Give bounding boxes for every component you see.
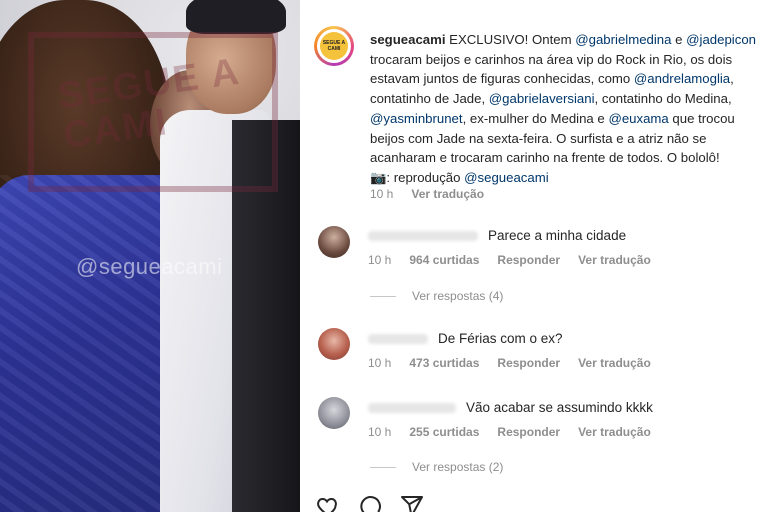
caption-line: acanharam e trocaram carinho na frente d… [370, 150, 720, 166]
mention-link[interactable]: @andrelamoglia [634, 71, 730, 86]
comment-icon[interactable] [358, 494, 382, 512]
likes-count[interactable]: 473 curtidas [409, 356, 479, 370]
likes-count[interactable]: 255 curtidas [409, 425, 479, 439]
comment-avatar[interactable] [318, 397, 350, 429]
photo-cap [186, 0, 286, 34]
translate-link[interactable]: Ver tradução [578, 356, 651, 370]
comment-text: De Férias com o ex? [368, 331, 563, 346]
replies-line [370, 467, 396, 469]
caption-line: estavam juntos de figuras conhecidas, co… [370, 71, 734, 87]
photo-watermark: @segueacami [76, 254, 223, 279]
view-replies[interactable]: Ver respostas (4) [370, 289, 503, 303]
comment-time: 10 h [368, 253, 392, 267]
post-time: 10 h [370, 187, 394, 201]
comment-avatar[interactable] [318, 328, 350, 360]
reply-link[interactable]: Responder [497, 253, 560, 267]
mention-link[interactable]: @euxama [608, 111, 668, 126]
comment-meta: 10 h 473 curtidas Responder Ver tradução [368, 356, 669, 370]
caption-line: contatinho de Jade, @gabrielaversiani, c… [370, 91, 732, 107]
heart-icon[interactable] [316, 494, 340, 512]
post-meta: 10 h Ver tradução [370, 187, 502, 201]
post-actions [316, 494, 424, 512]
reply-link[interactable]: Responder [497, 356, 560, 370]
avatar-logo: SEGUE A CAMI [320, 32, 348, 60]
blurred-username[interactable] [368, 403, 456, 414]
comment-time: 10 h [368, 425, 392, 439]
comment-text: Parece a minha cidade [368, 228, 626, 243]
post-caption: segueacami EXCLUSIVO! Ontem @gabrielmedi… [370, 30, 766, 188]
caption-line: beijos com Jade na sexta-feira. O surfis… [370, 130, 707, 146]
translate-link[interactable]: Ver tradução [578, 253, 651, 267]
mention-link[interactable]: @yasminbrunet [370, 111, 463, 126]
caption-line: segueacami EXCLUSIVO! Ontem @gabrielmedi… [370, 32, 756, 47]
comment-meta: 10 h 964 curtidas Responder Ver tradução [368, 253, 669, 267]
share-icon[interactable] [400, 494, 424, 512]
comment-meta: 10 h 255 curtidas Responder Ver tradução [368, 425, 669, 439]
translate-link[interactable]: Ver tradução [411, 187, 484, 201]
caption-line: 📷: reprodução @segueacami [370, 169, 549, 185]
comment-text: Vão acabar se assumindo kkkk [368, 400, 653, 415]
mention-link[interactable]: @gabrielaversiani [489, 91, 595, 106]
post-author-avatar[interactable]: SEGUE A CAMI [314, 26, 354, 66]
mention-link[interactable]: @jadepicon [686, 32, 756, 47]
blurred-username[interactable] [368, 231, 478, 242]
mention-link[interactable]: @gabrielmedina [575, 32, 671, 47]
mention-link[interactable]: @segueacami [464, 170, 549, 185]
post-photo[interactable]: SEGUE A CAMI @segueacami [0, 0, 300, 512]
likes-count[interactable]: 964 curtidas [409, 253, 479, 267]
comment-avatar[interactable] [318, 226, 350, 258]
caption-line: @yasminbrunet, ex-mulher do Medina e @eu… [370, 110, 735, 126]
view-replies[interactable]: Ver respostas (2) [370, 460, 503, 474]
comment-time: 10 h [368, 356, 392, 370]
comments-panel: SEGUE A CAMI segueacami EXCLUSIVO! Ontem… [300, 0, 768, 512]
translate-link[interactable]: Ver tradução [578, 425, 651, 439]
post-username[interactable]: segueacami [370, 32, 446, 47]
caption-line: trocaram beijos e carinhos na área vip d… [370, 51, 733, 67]
reply-link[interactable]: Responder [497, 425, 560, 439]
replies-line [370, 296, 396, 298]
blurred-username[interactable] [368, 334, 428, 345]
